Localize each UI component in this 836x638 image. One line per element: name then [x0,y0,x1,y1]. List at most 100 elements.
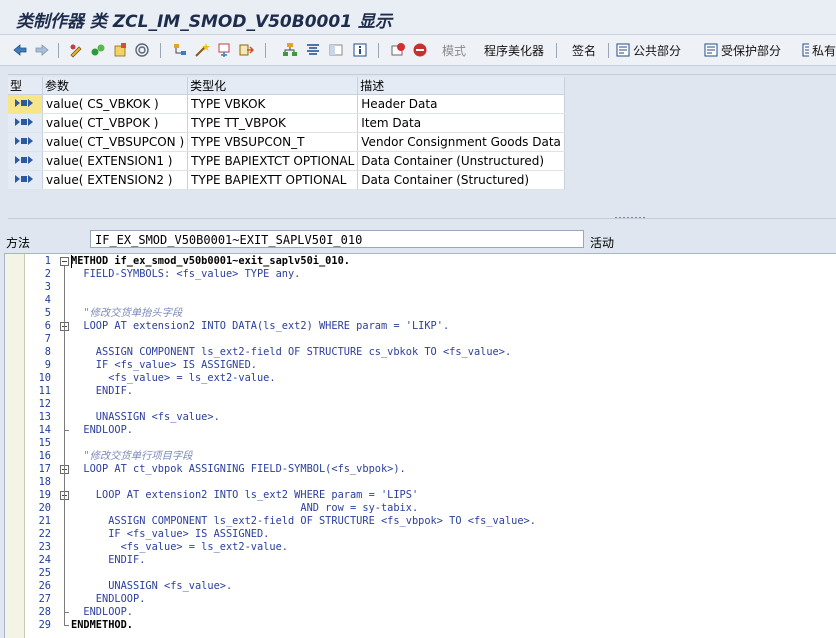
private-section-button[interactable]: 私有 [802,39,836,61]
split-view-icon[interactable] [326,39,346,61]
stop-icon[interactable] [410,39,430,61]
parameter-typing: TYPE VBKOK [187,94,359,114]
toolbar-separator [160,43,161,58]
code-line[interactable]: 24 ENDIF. [25,554,836,567]
table-row[interactable]: value( EXTENSION1 ) TYPE BAPIEXTCT OPTIO… [8,151,565,171]
window-title-bar: 类制作器 类 ZCL_IM_SMOD_V50B0001 显示 [0,0,836,35]
code-text: FIELD-SYMBOLS: <fs_value> TYPE any. [71,268,301,280]
code-area[interactable]: 1 METHOD if_ex_smod_v50b0001~exit_saplv50… [25,254,836,638]
navigation-icon[interactable] [236,39,256,61]
private-section-icon [802,43,809,57]
code-line[interactable]: 17 LOOP AT ct_vbpok ASSIGNING FIELD-SYMB… [25,463,836,476]
line-number: 23 [38,541,51,553]
parameter-name: value( CT_VBSUPCON ) [42,132,189,152]
code-line[interactable]: 1 METHOD if_ex_smod_v50b0001~exit_saplv50… [25,255,836,268]
back-arrow-icon[interactable] [10,39,30,61]
code-line[interactable]: 3 [25,281,836,294]
code-line[interactable]: 22 IF <fs_value> IS ASSIGNED. [25,528,836,541]
structure-icon[interactable] [280,39,300,61]
line-number: 2 [44,268,51,280]
fold-guide-end [64,612,69,613]
parameter-description: Data Container (Structured) [357,170,565,190]
code-line[interactable]: 9 IF <fs_value> IS ASSIGNED. [25,359,836,372]
code-line[interactable]: 2 FIELD-SYMBOLS: <fs_value> TYPE any. [25,268,836,281]
check-icon[interactable] [110,39,130,61]
column-header-parameter[interactable]: 参数 [42,77,189,95]
line-number: 4 [44,294,51,306]
importing-param-icon [8,94,43,114]
fold-guide [64,331,65,431]
code-line[interactable]: 5 "修改交货单抬头字段 [25,307,836,320]
code-line[interactable]: 12 [25,398,836,411]
column-header-type[interactable]: 型 [8,77,43,95]
importing-param-icon [8,151,43,171]
align-text-icon[interactable] [303,39,323,61]
code-line[interactable]: 8 ASSIGN COMPONENT ls_ext2-field OF STRU… [25,346,836,359]
pretty-printer-button[interactable]: 程序美化器 [480,39,548,61]
code-line[interactable]: 13 UNASSIGN <fs_value>. [25,411,836,424]
code-text: ASSIGN COMPONENT ls_ext2-field OF STRUCT… [71,515,536,527]
code-line[interactable]: 27 ENDLOOP. [25,593,836,606]
method-row: 方法 IF_EX_SMOD_V50B0001~EXIT_SAPLV50I_010… [0,229,836,251]
code-line[interactable]: 19 LOOP AT extension2 INTO ls_ext2 WHERE… [25,489,836,502]
fold-toggle-icon[interactable] [60,257,69,266]
code-text: IF <fs_value> IS ASSIGNED. [71,359,257,371]
code-line[interactable]: 6 LOOP AT extension2 INTO DATA(ls_ext2) … [25,320,836,333]
parameter-description: Item Data [357,113,565,133]
code-line[interactable]: 28 ENDLOOP. [25,606,836,619]
window-title: 类制作器 类 ZCL_IM_SMOD_V50B0001 显示 [16,12,392,32]
toolbar-separator [556,43,557,58]
protected-section-button[interactable]: 受保护部分 [704,39,798,61]
code-text: <fs_value> = ls_ext2-value. [71,541,288,553]
code-line[interactable]: 26 UNASSIGN <fs_value>. [25,580,836,593]
code-text: "修改交货单抬头字段 [71,307,183,319]
breakpoint-icon[interactable] [388,39,408,61]
code-line[interactable]: 18 [25,476,836,489]
column-header-typing[interactable]: 类型化 [187,77,359,95]
code-line[interactable]: 4 [25,294,836,307]
line-number: 27 [38,593,51,605]
code-line[interactable]: 10 <fs_value> = ls_ext2-value. [25,372,836,385]
code-line[interactable]: 16 "修改交货单行项目字段 [25,450,836,463]
table-row[interactable]: value( EXTENSION2 ) TYPE BAPIEXTT OPTION… [8,170,565,190]
code-line[interactable]: 23 <fs_value> = ls_ext2-value. [25,541,836,554]
private-section-label: 私有 [811,43,836,58]
info-icon[interactable] [350,39,370,61]
code-text: ENDMETHOD. [71,619,133,631]
hierarchy-icon[interactable] [170,39,190,61]
code-text: IF <fs_value> IS ASSIGNED. [71,528,270,540]
parameter-description: Vendor Consignment Goods Data [357,132,565,152]
signature-button[interactable]: 签名 [568,39,600,61]
forward-arrow-icon[interactable] [32,39,52,61]
public-section-button[interactable]: 公共部分 [616,39,700,61]
method-name-field[interactable]: IF_EX_SMOD_V50B0001~EXIT_SAPLV50I_010 [90,230,584,248]
column-header-description[interactable]: 描述 [357,77,565,95]
magic-wand-icon[interactable] [192,39,212,61]
code-line[interactable]: 29 ENDMETHOD. [25,619,836,632]
code-line[interactable]: 15 [25,437,836,450]
code-editor[interactable]: 1 METHOD if_ex_smod_v50b0001~exit_saplv50… [4,253,836,638]
activate-icon[interactable] [88,39,108,61]
where-used-icon[interactable] [132,39,152,61]
active-status: 活动 [590,236,615,250]
table-row[interactable]: value( CT_VBPOK ) TYPE TT_VBPOK Item Dat… [8,113,565,133]
table-row[interactable]: value( CT_VBSUPCON ) TYPE VBSUPCON_T Ven… [8,132,565,152]
code-text: UNASSIGN <fs_value>. [71,580,233,592]
parameter-typing: TYPE TT_VBPOK [187,113,359,133]
line-number: 7 [44,333,51,345]
parameter-description: Data Container (Unstructured) [357,151,565,171]
object-list-icon[interactable] [214,39,234,61]
display-change-icon[interactable] [66,39,86,61]
pattern-button[interactable]: 模式 [438,39,470,61]
table-row[interactable]: value( CS_VBKOK ) TYPE VBKOK Header Data [8,94,565,114]
code-line[interactable]: 25 [25,567,836,580]
code-line[interactable]: 11 ENDIF. [25,385,836,398]
code-line[interactable]: 7 [25,333,836,346]
line-number: 20 [38,502,51,514]
parameter-typing: TYPE BAPIEXTT OPTIONAL [187,170,359,190]
code-line[interactable]: 14 ENDLOOP. [25,424,836,437]
line-number: 6 [44,320,51,332]
toolbar-separator [608,43,609,58]
code-line[interactable]: 20 AND row = sy-tabix. [25,502,836,515]
code-line[interactable]: 21 ASSIGN COMPONENT ls_ext2-field OF STR… [25,515,836,528]
